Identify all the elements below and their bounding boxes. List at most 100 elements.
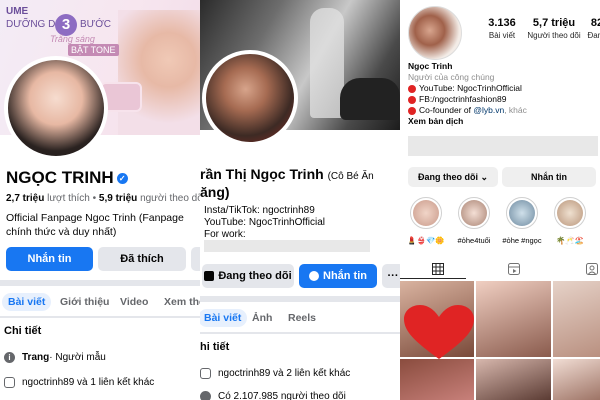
- cover-figure-image: [310, 8, 344, 118]
- detail-links-text: ngoctrinh89 và 1 liên kết khác: [22, 377, 155, 388]
- page-stats: 2,7 triệu lượt thích • 5,9 triệu người t…: [6, 193, 202, 204]
- page-name: NGỌC TRINH ✓: [6, 168, 128, 188]
- bio-line-3: For work:: [204, 229, 246, 240]
- highlight-2-label: #ỏhe4tuổi: [457, 236, 491, 245]
- profile-avatar[interactable]: [408, 6, 462, 60]
- cover-slogan-number: 3: [55, 14, 77, 36]
- profile-name: rần Thị Ngọc Trinh (Cô Bé Ăn: [200, 166, 374, 182]
- profile-avatar[interactable]: [202, 50, 298, 146]
- detail-links[interactable]: ngoctrinh89 và 1 liên kết khác: [4, 377, 154, 388]
- following-button[interactable]: Đang theo dõi ⌄: [408, 167, 498, 187]
- detail-links-text: ngoctrinh89 và 2 liên kết khác: [218, 368, 351, 379]
- details-title: hi tiết: [200, 341, 230, 353]
- detail-followers-text: Có 2.107.985 người theo dõi: [218, 391, 346, 400]
- bio-cofounder: Co-founder of @lyb.vn, khác: [408, 105, 527, 116]
- instagram-icon: [200, 368, 211, 379]
- stat-following[interactable]: 82 Đang: [582, 17, 600, 40]
- detail-links[interactable]: ngoctrinh89 và 2 liên kết khác: [200, 368, 350, 379]
- ig-name: Ngọc Trinh: [408, 61, 453, 71]
- highlight-1-label: 💄👙💎🌼: [407, 236, 445, 245]
- cover-slogan-1: DƯỠNG DA: [6, 19, 63, 30]
- stat-following-label: Đang: [587, 31, 600, 40]
- detail-category: i Trang · Người mẫu: [4, 352, 106, 363]
- bio-youtube: YouTube: NgocTrinhOfficial: [408, 83, 522, 94]
- cover-slogan-2: Trắng sáng: [50, 34, 95, 44]
- more-button[interactable]: ···: [382, 264, 400, 288]
- page-description: Official Fanpage Ngoc Trinh (Fanpage chí…: [6, 212, 184, 238]
- tab-reels[interactable]: Reels: [288, 312, 316, 324]
- highlight-2[interactable]: [458, 197, 490, 229]
- instagram-profile-panel: 3.136 Bài viết 5,7 triệu Người theo dõi …: [400, 0, 600, 400]
- bio-facebook: FB:/ngoctrinhfashion89: [408, 94, 506, 105]
- cover-motorbike-image: [340, 78, 400, 120]
- highlight-3-label: #ỏhe #ngọc: [502, 236, 542, 245]
- page-name-text: NGỌC TRINH: [6, 168, 114, 187]
- bio-line-2: YouTube: NgocTrinhOfficial: [204, 217, 325, 228]
- tagged-tab-icon[interactable]: [586, 262, 598, 280]
- bio-facebook-text: FB:/ngoctrinhfashion89: [419, 94, 507, 104]
- bio-link[interactable]: @lyb.vn: [473, 105, 504, 115]
- redacted-area: [408, 136, 598, 156]
- message-button[interactable]: Nhắn tin: [299, 264, 377, 288]
- stat-followers-value: 5,7 triệu: [532, 17, 576, 29]
- grid-post-5[interactable]: [476, 359, 551, 400]
- cover-slogan-3: BẬT TONE: [68, 44, 119, 56]
- youtube-icon: [408, 84, 416, 93]
- grid-post-2[interactable]: [476, 281, 551, 357]
- cover-slogan-step: BƯỚC: [80, 19, 112, 30]
- highlight-4[interactable]: [554, 197, 586, 229]
- likes-label: lượt thích: [47, 193, 90, 204]
- following-button[interactable]: Đang theo dõi: [202, 264, 294, 288]
- tab-about[interactable]: Giới thiệu: [60, 296, 109, 308]
- profile-avatar[interactable]: [4, 56, 108, 160]
- divider: [200, 296, 400, 302]
- followers-count: 5,9 triệu: [98, 193, 138, 204]
- followers-label: người theo dõi: [140, 193, 202, 204]
- highlight-3-image: [509, 200, 535, 226]
- redacted-area: [204, 240, 370, 252]
- bio-cofounder-text: Co-founder of: [419, 105, 471, 115]
- bio-line-1: Insta/TikTok: ngoctrinh89: [204, 205, 315, 216]
- bio-line-1-text: Insta/TikTok: ngoctrinh89: [204, 205, 315, 216]
- stat-posts[interactable]: 3.136 Bài viết: [476, 17, 528, 40]
- tab-photos[interactable]: Ảnh: [252, 312, 272, 324]
- message-button[interactable]: Nhắn tin: [502, 167, 596, 187]
- highlight-1-image: [413, 200, 439, 226]
- translate-link[interactable]: Xem bản dịch: [408, 116, 463, 127]
- bio-line-2-text: YouTube: NgocTrinhOfficial: [204, 217, 325, 228]
- info-icon: i: [4, 352, 15, 363]
- highlight-4-label: 🌴🥂🏖️: [555, 236, 584, 245]
- stat-followers[interactable]: 5,7 triệu Người theo dõi: [526, 17, 582, 40]
- stat-posts-label: Bài viết: [488, 31, 516, 40]
- details-title: Chi tiết: [4, 325, 42, 337]
- cofounder-icon: [408, 106, 416, 115]
- messenger-icon: [309, 271, 319, 282]
- tab-posts[interactable]: Bài viết: [2, 293, 52, 311]
- bio-line-3-text: For work:: [204, 229, 246, 240]
- following-label: Đang theo dõi: [417, 172, 478, 182]
- bio-more[interactable]: , khác: [504, 105, 527, 115]
- message-label: Nhắn tin: [323, 270, 367, 282]
- tab-video[interactable]: Video: [120, 296, 148, 308]
- ig-tabs: [400, 260, 600, 278]
- profile-name-text: rần Thị Ngọc Trinh: [200, 166, 324, 182]
- grid-post-3[interactable]: [553, 281, 600, 357]
- reels-tab-icon[interactable]: [508, 262, 520, 280]
- tab-posts[interactable]: Bài viết: [200, 309, 248, 327]
- grid-post-4[interactable]: [400, 359, 474, 400]
- stat-following-value: 82: [590, 17, 600, 29]
- cover-model-image: [118, 10, 202, 135]
- following-label: Đang theo dõi: [218, 270, 292, 282]
- profile-nickname: (Cô Bé Ăn: [327, 171, 374, 182]
- message-button[interactable]: Nhắn tin: [6, 247, 93, 271]
- followers-icon: [200, 391, 211, 400]
- highlight-2-image: [461, 200, 487, 226]
- highlight-1[interactable]: [410, 197, 442, 229]
- highlight-3[interactable]: [506, 197, 538, 229]
- tab-see-more[interactable]: Xem thê: [164, 296, 202, 308]
- liked-button[interactable]: Đã thích: [98, 247, 186, 271]
- following-icon: [204, 271, 215, 282]
- ig-category: Người của công chúng: [408, 72, 495, 82]
- grid-post-6[interactable]: [553, 359, 600, 400]
- cover-brand: UME: [6, 6, 29, 17]
